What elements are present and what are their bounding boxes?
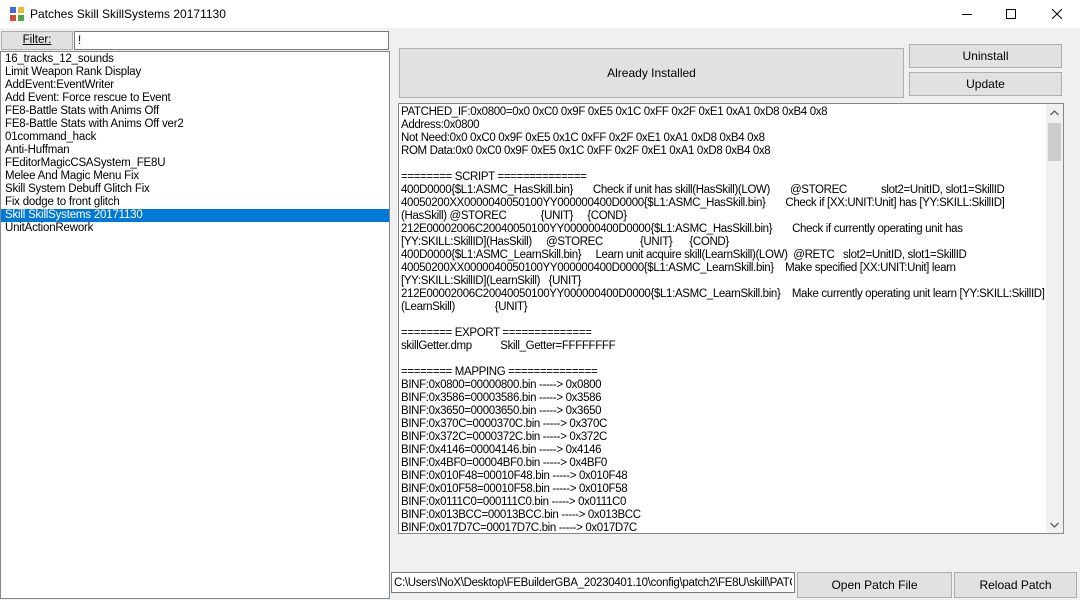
list-item[interactable]: Skill System Debuff Glitch Fix	[1, 183, 389, 196]
list-item[interactable]: Skill SkillSystems 20171130	[1, 209, 389, 222]
list-item[interactable]: FEditorMagicCSASystem_FE8U	[1, 157, 389, 170]
info-scrollbar[interactable]	[1046, 104, 1063, 533]
list-item[interactable]: FE8-Battle Stats with Anims Off	[1, 105, 389, 118]
minimize-icon	[962, 14, 972, 15]
minimize-button[interactable]	[944, 0, 990, 28]
patch-path-field[interactable]	[391, 572, 795, 593]
filter-input[interactable]	[74, 31, 389, 50]
list-item[interactable]: Limit Weapon Rank Display	[1, 66, 389, 79]
install-status-box[interactable]: Already Installed	[399, 48, 904, 98]
window-title: Patches Skill SkillSystems 20171130	[30, 7, 226, 21]
list-item[interactable]: Fix dodge to front glitch	[1, 196, 389, 209]
chevron-down-icon	[1050, 522, 1059, 528]
filter-button[interactable]: Filter:	[1, 31, 73, 50]
install-status-text: Already Installed	[607, 66, 696, 80]
list-item[interactable]: 16_tracks_12_sounds	[1, 53, 389, 66]
app-icon[interactable]	[9, 6, 25, 22]
reload-patch-button[interactable]: Reload Patch	[954, 572, 1077, 598]
patch-info-textbox[interactable]: PATCHED_IF:0x0800=0x0 0xC0 0x9F 0xE5 0x1…	[398, 103, 1064, 534]
list-item[interactable]: 01command_hack	[1, 131, 389, 144]
list-item[interactable]: AddEvent:EventWriter	[1, 79, 389, 92]
update-button[interactable]: Update	[909, 72, 1062, 96]
maximize-button[interactable]	[988, 0, 1034, 28]
scroll-up-button[interactable]	[1046, 104, 1063, 121]
open-patch-file-button[interactable]: Open Patch File	[797, 572, 952, 598]
title-bar[interactable]: Patches Skill SkillSystems 20171130	[0, 0, 1080, 28]
list-item[interactable]: UnitActionRework	[1, 222, 389, 235]
list-item[interactable]: FE8-Battle Stats with Anims Off ver2	[1, 118, 389, 131]
list-item[interactable]: Melee And Magic Menu Fix	[1, 170, 389, 183]
uninstall-button[interactable]: Uninstall	[909, 44, 1062, 68]
maximize-icon	[1006, 9, 1016, 19]
close-icon	[1052, 9, 1062, 19]
patch-window: Patches Skill SkillSystems 20171130 Filt…	[0, 0, 1080, 600]
scroll-thumb[interactable]	[1048, 123, 1061, 161]
chevron-up-icon	[1050, 109, 1059, 115]
patch-list[interactable]: 16_tracks_12_sounds Limit Weapon Rank Dis…	[0, 51, 390, 599]
list-item[interactable]: Anti-Huffman	[1, 144, 389, 157]
scroll-down-button[interactable]	[1046, 516, 1063, 533]
patch-info-text: PATCHED_IF:0x0800=0x0 0xC0 0x9F 0xE5 0x1…	[401, 106, 1045, 534]
close-button[interactable]	[1034, 0, 1080, 28]
list-item[interactable]: Add Event: Force rescue to Event	[1, 92, 389, 105]
